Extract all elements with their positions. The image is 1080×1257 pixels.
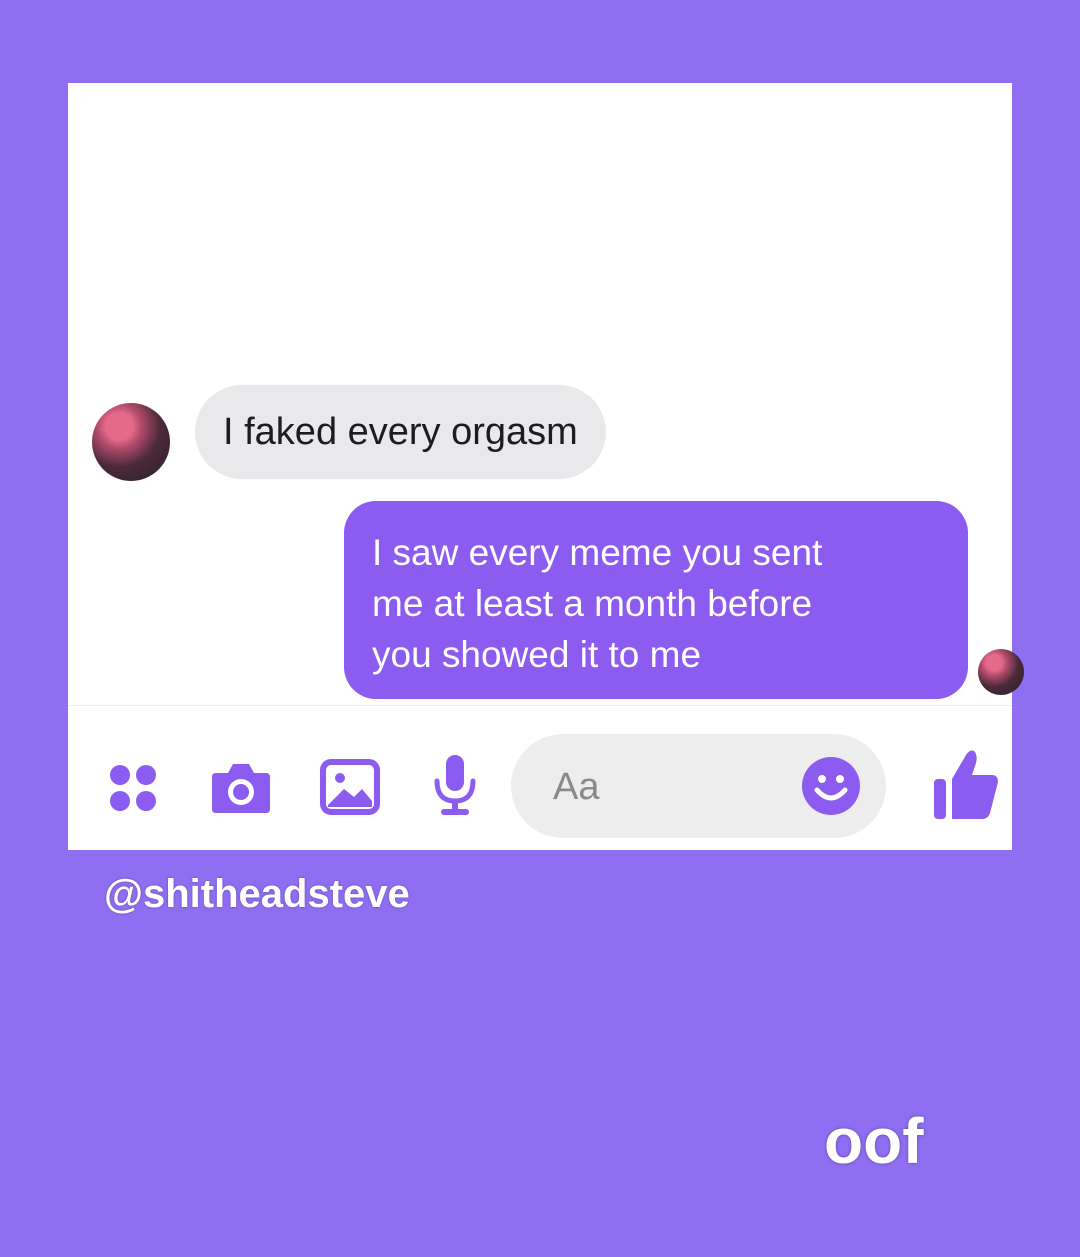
received-message-bubble: I faked every orgasm <box>195 385 606 479</box>
caption-text: oof <box>824 1105 924 1177</box>
sent-message-line: you showed it to me <box>372 634 702 675</box>
thumbs-up-icon[interactable] <box>932 747 1000 823</box>
composer-divider <box>68 705 1012 706</box>
contact-avatar[interactable] <box>92 403 170 481</box>
sent-message-line: I saw every meme you sent <box>372 532 823 573</box>
sent-message-line: me at least a month before <box>372 583 813 624</box>
username-sticker: @shitheadsteve <box>104 872 410 916</box>
microphone-icon[interactable] <box>432 753 478 819</box>
camera-icon[interactable] <box>210 759 272 815</box>
image-icon[interactable] <box>320 759 380 815</box>
sent-message-bubble: I saw every meme you sent me at least a … <box>344 501 968 699</box>
apps-icon[interactable] <box>108 763 158 813</box>
read-receipt-avatar <box>978 649 1024 695</box>
message-composer[interactable] <box>511 734 886 838</box>
messenger-screenshot: I faked every orgasm I saw every meme yo… <box>68 83 1024 850</box>
message-input[interactable] <box>551 760 775 814</box>
received-message-text: I faked every orgasm <box>223 410 578 453</box>
emoji-icon[interactable] <box>801 756 861 816</box>
